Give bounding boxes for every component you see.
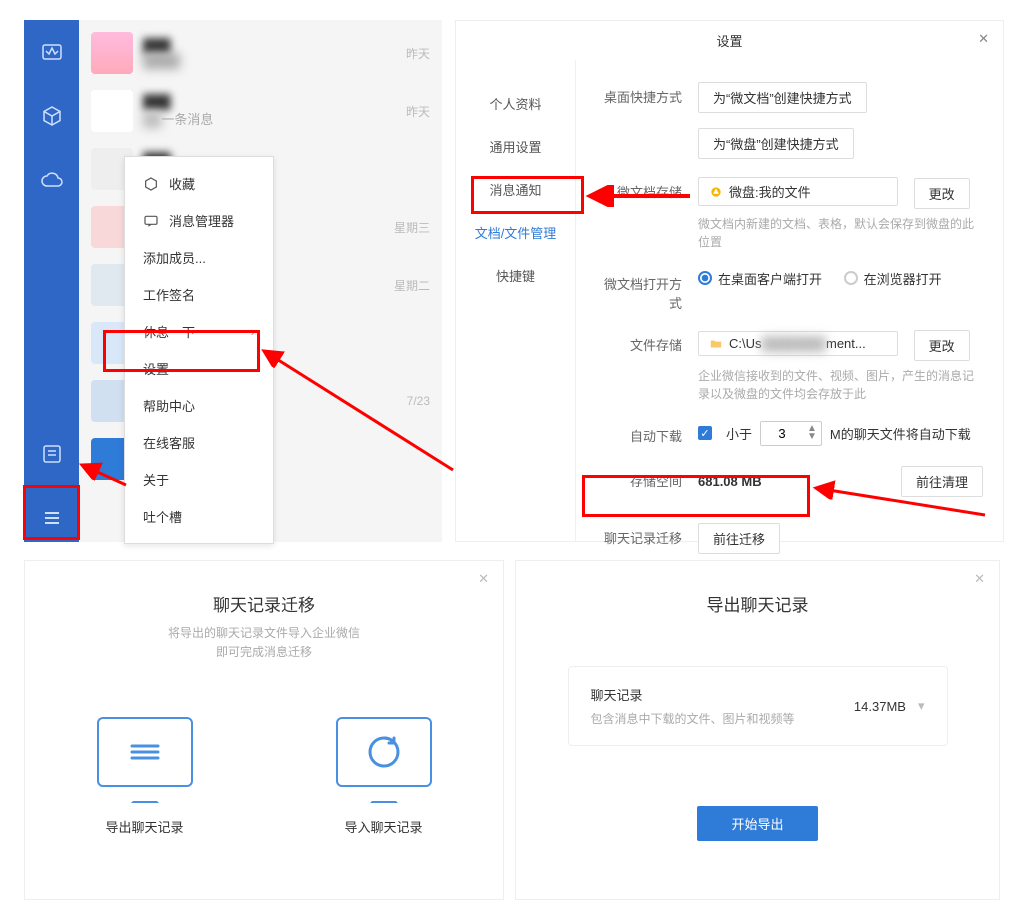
filter-icon[interactable]	[40, 442, 64, 466]
record-title: 聊天记录	[591, 685, 854, 704]
export-option[interactable]: 导出聊天记录	[97, 717, 193, 836]
export-label: 导出聊天记录	[97, 817, 193, 836]
menu-label: 休息一下	[143, 322, 195, 341]
menu-take-break[interactable]: 休息一下 ›	[125, 313, 273, 350]
start-export-button[interactable]: 开始导出	[697, 806, 817, 841]
doc-store-help: 微文档内新建的文档、表格，默认会保存到微盘的此位置	[698, 215, 983, 251]
nav-notify[interactable]: 消息通知	[456, 168, 575, 211]
time-label: 星期三	[394, 219, 430, 236]
storage-label: 存储空间	[596, 466, 682, 490]
menu-label: 收藏	[169, 174, 195, 193]
doc-store-field[interactable]: 微盘:我的文件	[698, 177, 898, 206]
dialog-title: 设置	[456, 21, 1003, 60]
open-browser-radio[interactable]: 在浏览器打开	[844, 269, 942, 288]
close-icon[interactable]: ✕	[478, 571, 489, 587]
file-store-label: 文件存储	[596, 330, 682, 354]
list-item[interactable]: █████一条消息 昨天	[79, 82, 442, 140]
auto-download-checkbox[interactable]: ✓	[698, 426, 712, 440]
open-mode-label: 微文档打开方式	[596, 269, 682, 312]
menu-about[interactable]: 关于	[125, 461, 273, 498]
menu-online-service[interactable]: 在线客服	[125, 424, 273, 461]
time-label: 昨天	[406, 45, 430, 62]
migrate-title: 聊天记录迁移	[25, 591, 503, 616]
cloud-icon[interactable]	[40, 168, 64, 192]
chat-icon[interactable]	[40, 40, 64, 64]
folder-icon	[709, 337, 723, 351]
chevron-down-icon[interactable]: ▾	[918, 698, 925, 714]
export-title: 导出聊天记录	[516, 591, 999, 616]
menu-label: 在线客服	[143, 433, 195, 452]
app-left-panel: ███████ 昨天 █████一条消息 昨天 █████一条消息 ████信的…	[24, 20, 442, 542]
migrate-subtitle: 将导出的聊天记录文件导入企业微信 即可完成消息迁移	[25, 624, 503, 662]
record-size: 14.37MB	[854, 699, 906, 714]
shortcut-label: 桌面快捷方式	[596, 82, 682, 106]
migrate-dialog: ✕ 聊天记录迁移 将导出的聊天记录文件导入企业微信 即可完成消息迁移 导出聊天记…	[24, 560, 504, 900]
cube-outline-icon	[143, 176, 159, 192]
time-label: 昨天	[406, 103, 430, 120]
record-subtitle: 包含消息中下载的文件、图片和视频等	[591, 710, 854, 727]
nav-shortcut[interactable]: 快捷键	[456, 254, 575, 297]
go-clean-button[interactable]: 前往清理	[901, 466, 983, 497]
storage-size: 681.08 MB	[698, 474, 762, 489]
cloud-drive-icon	[709, 185, 723, 199]
menu-label: 关于	[143, 470, 169, 489]
go-migrate-button[interactable]: 前往迁移	[698, 523, 780, 554]
close-icon[interactable]: ✕	[974, 571, 985, 587]
monitor-import-icon	[336, 717, 432, 787]
list-item[interactable]: ███████ 昨天	[79, 24, 442, 82]
change-file-store-button[interactable]: 更改	[914, 330, 970, 361]
auto-download-size-stepper[interactable]: ▲▼	[760, 421, 822, 446]
export-dialog: ✕ 导出聊天记录 聊天记录 包含消息中下载的文件、图片和视频等 14.37MB …	[515, 560, 1000, 900]
close-icon[interactable]: ✕	[978, 31, 989, 47]
doc-store-label: 微文档存储	[596, 177, 682, 201]
settings-dialog: 设置 ✕ 个人资料 通用设置 消息通知 文档/文件管理 快捷键 桌面快捷方式 为…	[455, 20, 1004, 542]
stepper-arrows-icon[interactable]: ▲▼	[803, 425, 821, 441]
settings-content: 桌面快捷方式 为“微文档”创建快捷方式 为“微盘”创建快捷方式 微文档存储 微盘…	[576, 60, 1003, 542]
auto-dl-suffix: M的聊天文件将自动下载	[830, 424, 971, 443]
avatar	[91, 32, 133, 74]
menu-label: 工作签名	[143, 285, 195, 304]
nav-profile[interactable]: 个人资料	[456, 82, 575, 125]
migrate-label: 聊天记录迁移	[596, 523, 682, 547]
menu-label: 添加成员...	[143, 248, 206, 267]
menu-label: 设置	[143, 359, 169, 378]
menu-icon[interactable]	[40, 506, 64, 530]
message-icon	[143, 213, 159, 229]
nav-general[interactable]: 通用设置	[456, 125, 575, 168]
auto-dl-prefix: 小于	[726, 424, 752, 443]
import-label: 导入聊天记录	[336, 817, 432, 836]
file-store-help: 企业微信接收到的文件、视频、图片，产生的消息记录以及微盘的文件均会存放于此	[698, 367, 983, 403]
create-doc-shortcut-button[interactable]: 为“微文档”创建快捷方式	[698, 82, 867, 113]
nav-files[interactable]: 文档/文件管理	[456, 211, 575, 254]
menu-help-center[interactable]: 帮助中心	[125, 387, 273, 424]
auto-download-size-input[interactable]	[761, 422, 803, 445]
menu-favorites[interactable]: 收藏	[125, 165, 273, 202]
menu-settings[interactable]: 设置	[125, 350, 273, 387]
menu-add-member[interactable]: 添加成员...	[125, 239, 273, 276]
open-desktop-radio[interactable]: 在桌面客户端打开	[698, 269, 822, 288]
monitor-export-icon	[97, 717, 193, 787]
avatar	[91, 90, 133, 132]
settings-nav: 个人资料 通用设置 消息通知 文档/文件管理 快捷键	[456, 60, 576, 542]
menu-label: 帮助中心	[143, 396, 195, 415]
sidebar	[24, 20, 79, 542]
cube-icon[interactable]	[40, 104, 64, 128]
menu-label: 吐个槽	[143, 507, 182, 526]
file-store-field[interactable]: C:\Us███████ment...	[698, 331, 898, 356]
menu-work-signature[interactable]: 工作签名	[125, 276, 273, 313]
import-option[interactable]: 导入聊天记录	[336, 717, 432, 836]
time-label: 星期二	[394, 277, 430, 294]
chevron-right-icon: ›	[251, 324, 255, 339]
context-menu: 收藏 消息管理器 添加成员... 工作签名 休息一下 › 设置 帮助中心 在线客…	[124, 156, 274, 544]
chat-record-card[interactable]: 聊天记录 包含消息中下载的文件、图片和视频等 14.37MB ▾	[568, 666, 948, 746]
menu-feedback[interactable]: 吐个槽	[125, 498, 273, 535]
change-doc-store-button[interactable]: 更改	[914, 178, 970, 209]
menu-label: 消息管理器	[169, 211, 234, 230]
menu-message-manager[interactable]: 消息管理器	[125, 202, 273, 239]
auto-download-label: 自动下载	[596, 421, 682, 445]
create-drive-shortcut-button[interactable]: 为“微盘”创建快捷方式	[698, 128, 854, 159]
time-label: 7/23	[407, 394, 430, 408]
